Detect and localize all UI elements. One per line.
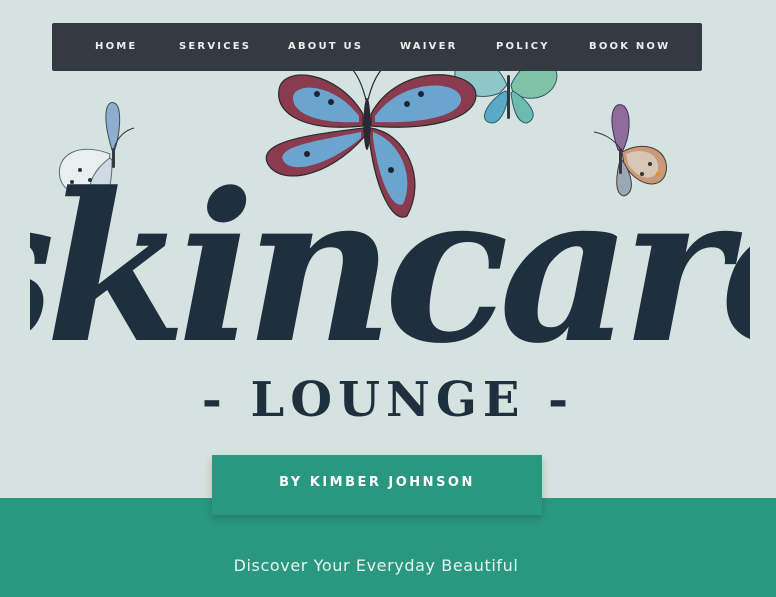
nav-item-waiver[interactable]: WAIVER [400, 23, 458, 71]
skincare-script-title: skincare [30, 149, 750, 380]
byline-tab: BY KIMBER JOHNSON [212, 455, 542, 515]
nav-item-book-now[interactable]: BOOK NOW [589, 23, 670, 71]
nav-item-home[interactable]: HOME [95, 23, 137, 71]
hero-subtitle: - LOUNGE - [201, 372, 575, 428]
hero-tagline: Discover Your Everyday Beautiful [233, 556, 519, 575]
main-nav: HOME SERVICES ABOUT US WAIVER POLICY BOO… [52, 23, 702, 71]
nav-item-services[interactable]: SERVICES [179, 23, 251, 71]
hero-script-title: skincare [30, 149, 750, 380]
nav-item-about-us[interactable]: ABOUT US [288, 23, 363, 71]
hero-byline: BY KIMBER JOHNSON [279, 475, 475, 490]
nav-item-policy[interactable]: POLICY [496, 23, 550, 71]
